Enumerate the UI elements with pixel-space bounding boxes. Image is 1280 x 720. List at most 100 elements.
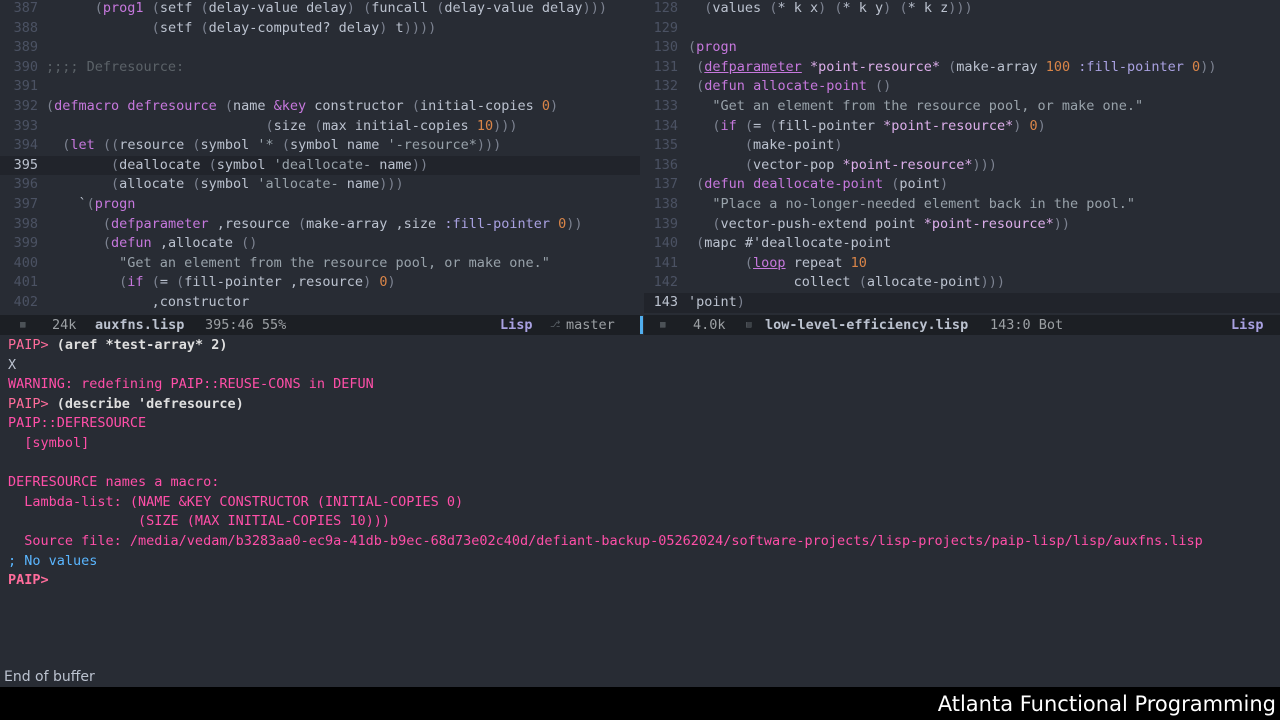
code-text[interactable]: (defun allocate-point () — [688, 78, 891, 94]
code-line[interactable]: 402 ,constructor — [0, 293, 640, 313]
code-text[interactable]: "Place a no-longer-needed element back i… — [688, 196, 1135, 212]
code-text[interactable]: ;;;; Defresource: — [46, 59, 184, 75]
code-text[interactable]: (vector-push-extend point *point-resourc… — [688, 216, 1070, 232]
code-text[interactable]: 'point) — [688, 294, 745, 310]
line-number: 135 — [653, 137, 678, 154]
code-text[interactable]: (mapc #'deallocate-point — [688, 235, 891, 251]
code-line[interactable]: 132 (defun allocate-point () — [644, 77, 1280, 97]
code-text[interactable]: (progn — [688, 39, 737, 55]
code-line[interactable]: 400 "Get an element from the resource po… — [0, 254, 640, 274]
right-editor-window[interactable]: 128 (values (* k x) (* k y) (* k z))) 129… — [644, 0, 1280, 315]
code-line[interactable]: 130 (progn — [644, 38, 1280, 58]
line-number: 387 — [13, 0, 38, 16]
code-line[interactable]: 133 "Get an element from the resource po… — [644, 97, 1280, 117]
code-text[interactable]: (if (= (fill-pointer *point-resource*) 0… — [688, 118, 1045, 134]
line-number: 396 — [13, 176, 38, 193]
code-text[interactable]: (make-point) — [688, 137, 843, 153]
code-line[interactable]: 129 — [644, 19, 1280, 39]
code-text[interactable]: (deallocate (symbol 'deallocate- name)) — [46, 157, 428, 173]
code-line[interactable]: 392 (defmacro defresource (name &key cons… — [0, 97, 640, 117]
left-editor-window[interactable]: 387 (prog1 (setf (delay-value delay) (fu… — [0, 0, 640, 315]
code-text[interactable]: (defparameter ,resource (make-array ,siz… — [46, 216, 583, 232]
repl-line: PAIP> (aref *test-array* 2) — [8, 336, 1278, 356]
code-text[interactable]: (if (= (fill-pointer ,resource) 0) — [46, 274, 395, 290]
code-line[interactable]: 396 (allocate (symbol 'allocate- name))) — [0, 175, 640, 195]
repl-input: (aref *test-array* 2) — [56, 337, 228, 353]
line-number: 388 — [13, 19, 38, 36]
line-number: 134 — [653, 117, 678, 134]
code-line[interactable]: 401 (if (= (fill-pointer ,resource) 0) — [0, 273, 640, 293]
repl-line: Lambda-list: (NAME &KEY CONSTRUCTOR (INI… — [8, 493, 1278, 513]
repl-line: ; No values — [8, 552, 1278, 572]
code-text[interactable]: "Get an element from the resource pool, … — [688, 98, 1143, 114]
code-line[interactable]: 135 (make-point) — [644, 136, 1280, 156]
code-line[interactable]: 134 (if (= (fill-pointer *point-resource… — [644, 117, 1280, 137]
line-number: 394 — [13, 137, 38, 154]
buffer-size: 24k — [52, 317, 77, 333]
repl-output: ; No values — [8, 552, 98, 569]
repl-buffer[interactable]: PAIP> (aref *test-array* 2) X WARNING: red… — [8, 336, 1278, 591]
cursor-position: 143:0 Bot — [990, 317, 1064, 333]
major-mode[interactable]: Lisp — [1231, 315, 1264, 335]
line-number: 138 — [653, 196, 678, 212]
code-line[interactable]: 137 (defun deallocate-point (point) — [644, 175, 1280, 195]
code-line[interactable]: 387 (prog1 (setf (delay-value delay) (fu… — [0, 0, 640, 19]
lisp-file-icon: ▦ — [20, 320, 26, 330]
buffer-name[interactable]: low-level-efficiency.lisp — [765, 315, 968, 335]
line-number: 399 — [13, 235, 38, 252]
code-text[interactable]: "Get an element from the resource pool, … — [46, 255, 550, 271]
code-text[interactable]: (values (* k x) (* k y) (* k z))) — [688, 0, 972, 16]
code-line[interactable]: 390 ;;;; Defresource: — [0, 58, 640, 78]
line-number: 142 — [653, 274, 678, 291]
code-text[interactable]: (defparameter *point-resource* (make-arr… — [688, 59, 1216, 75]
code-line[interactable]: 389 — [0, 38, 640, 58]
code-line[interactable]: 391 — [0, 77, 640, 97]
repl-line: WARNING: redefining PAIP::REUSE-CONS in … — [8, 375, 1278, 395]
current-code-line[interactable]: 395 (deallocate (symbol 'deallocate- nam… — [0, 155, 640, 176]
code-line[interactable]: 393 (size (max initial-copies 10))) — [0, 117, 640, 137]
line-number: 401 — [13, 274, 38, 291]
code-text[interactable]: ,constructor — [46, 294, 250, 310]
code-line[interactable]: 141 (loop repeat 10 — [644, 254, 1280, 274]
repl-line — [8, 454, 1278, 474]
major-mode[interactable]: Lisp — [500, 315, 533, 335]
code-line[interactable]: 398 (defparameter ,resource (make-array … — [0, 215, 640, 235]
line-number: 389 — [13, 39, 38, 56]
line-number: 390 — [13, 58, 38, 75]
code-line[interactable]: 131 (defparameter *point-resource* (make… — [644, 58, 1280, 78]
footer-banner: Atlanta Functional Programming — [0, 687, 1280, 720]
line-number: 133 — [653, 98, 678, 114]
code-text[interactable]: (let ((resource (symbol '* (symbol name … — [46, 137, 501, 153]
code-line[interactable]: 128 (values (* k x) (* k y) (* k z))) — [644, 0, 1280, 19]
line-number: 143 — [653, 294, 678, 310]
code-line[interactable]: 138 "Place a no-longer-needed element ba… — [644, 195, 1280, 215]
code-text[interactable]: (defmacro defresource (name &key constru… — [46, 98, 558, 114]
code-text[interactable]: (setf (delay-computed? delay) t)))) — [46, 20, 437, 36]
code-line[interactable]: 388 (setf (delay-computed? delay) t)))) — [0, 19, 640, 39]
code-text[interactable]: (loop repeat 10 — [688, 255, 867, 271]
code-line[interactable]: 140 (mapc #'deallocate-point — [644, 234, 1280, 254]
code-line[interactable]: 139 (vector-push-extend point *point-res… — [644, 215, 1280, 235]
buffer-name[interactable]: auxfns.lisp — [95, 315, 184, 335]
repl-line: PAIP::DEFRESOURCE — [8, 414, 1278, 434]
code-line[interactable]: 397 `(progn — [0, 195, 640, 215]
active-window-indicator — [640, 316, 643, 334]
file-icon: ▤ — [746, 320, 752, 330]
git-branch[interactable]: master — [566, 315, 615, 335]
code-line[interactable]: 142 collect (allocate-point))) — [644, 273, 1280, 293]
code-text[interactable]: (size (max initial-copies 10))) — [46, 118, 517, 134]
code-line[interactable]: 399 (defun ,allocate () — [0, 234, 640, 254]
cursor-position: 395:46 55% — [205, 317, 287, 333]
repl-line: (SIZE (MAX INITIAL-COPIES 10))) — [8, 512, 1278, 532]
code-text[interactable]: collect (allocate-point))) — [688, 274, 1005, 290]
code-text[interactable]: (defun ,allocate () — [46, 235, 257, 251]
code-line[interactable]: 394 (let ((resource (symbol '* (symbol n… — [0, 136, 640, 156]
code-text[interactable]: (prog1 (setf (delay-value delay) (funcal… — [46, 0, 607, 16]
repl-line: Source file: /media/vedam/b3283aa0-ec9a-… — [8, 532, 1278, 552]
code-text[interactable]: (defun deallocate-point (point) — [688, 176, 948, 192]
code-text[interactable]: `(progn — [46, 196, 136, 212]
current-code-line[interactable]: 143 'point) — [644, 293, 1280, 313]
code-text[interactable]: (allocate (symbol 'allocate- name))) — [46, 176, 404, 192]
code-text[interactable]: (vector-pop *point-resource*))) — [688, 157, 997, 173]
code-line[interactable]: 136 (vector-pop *point-resource*))) — [644, 156, 1280, 176]
